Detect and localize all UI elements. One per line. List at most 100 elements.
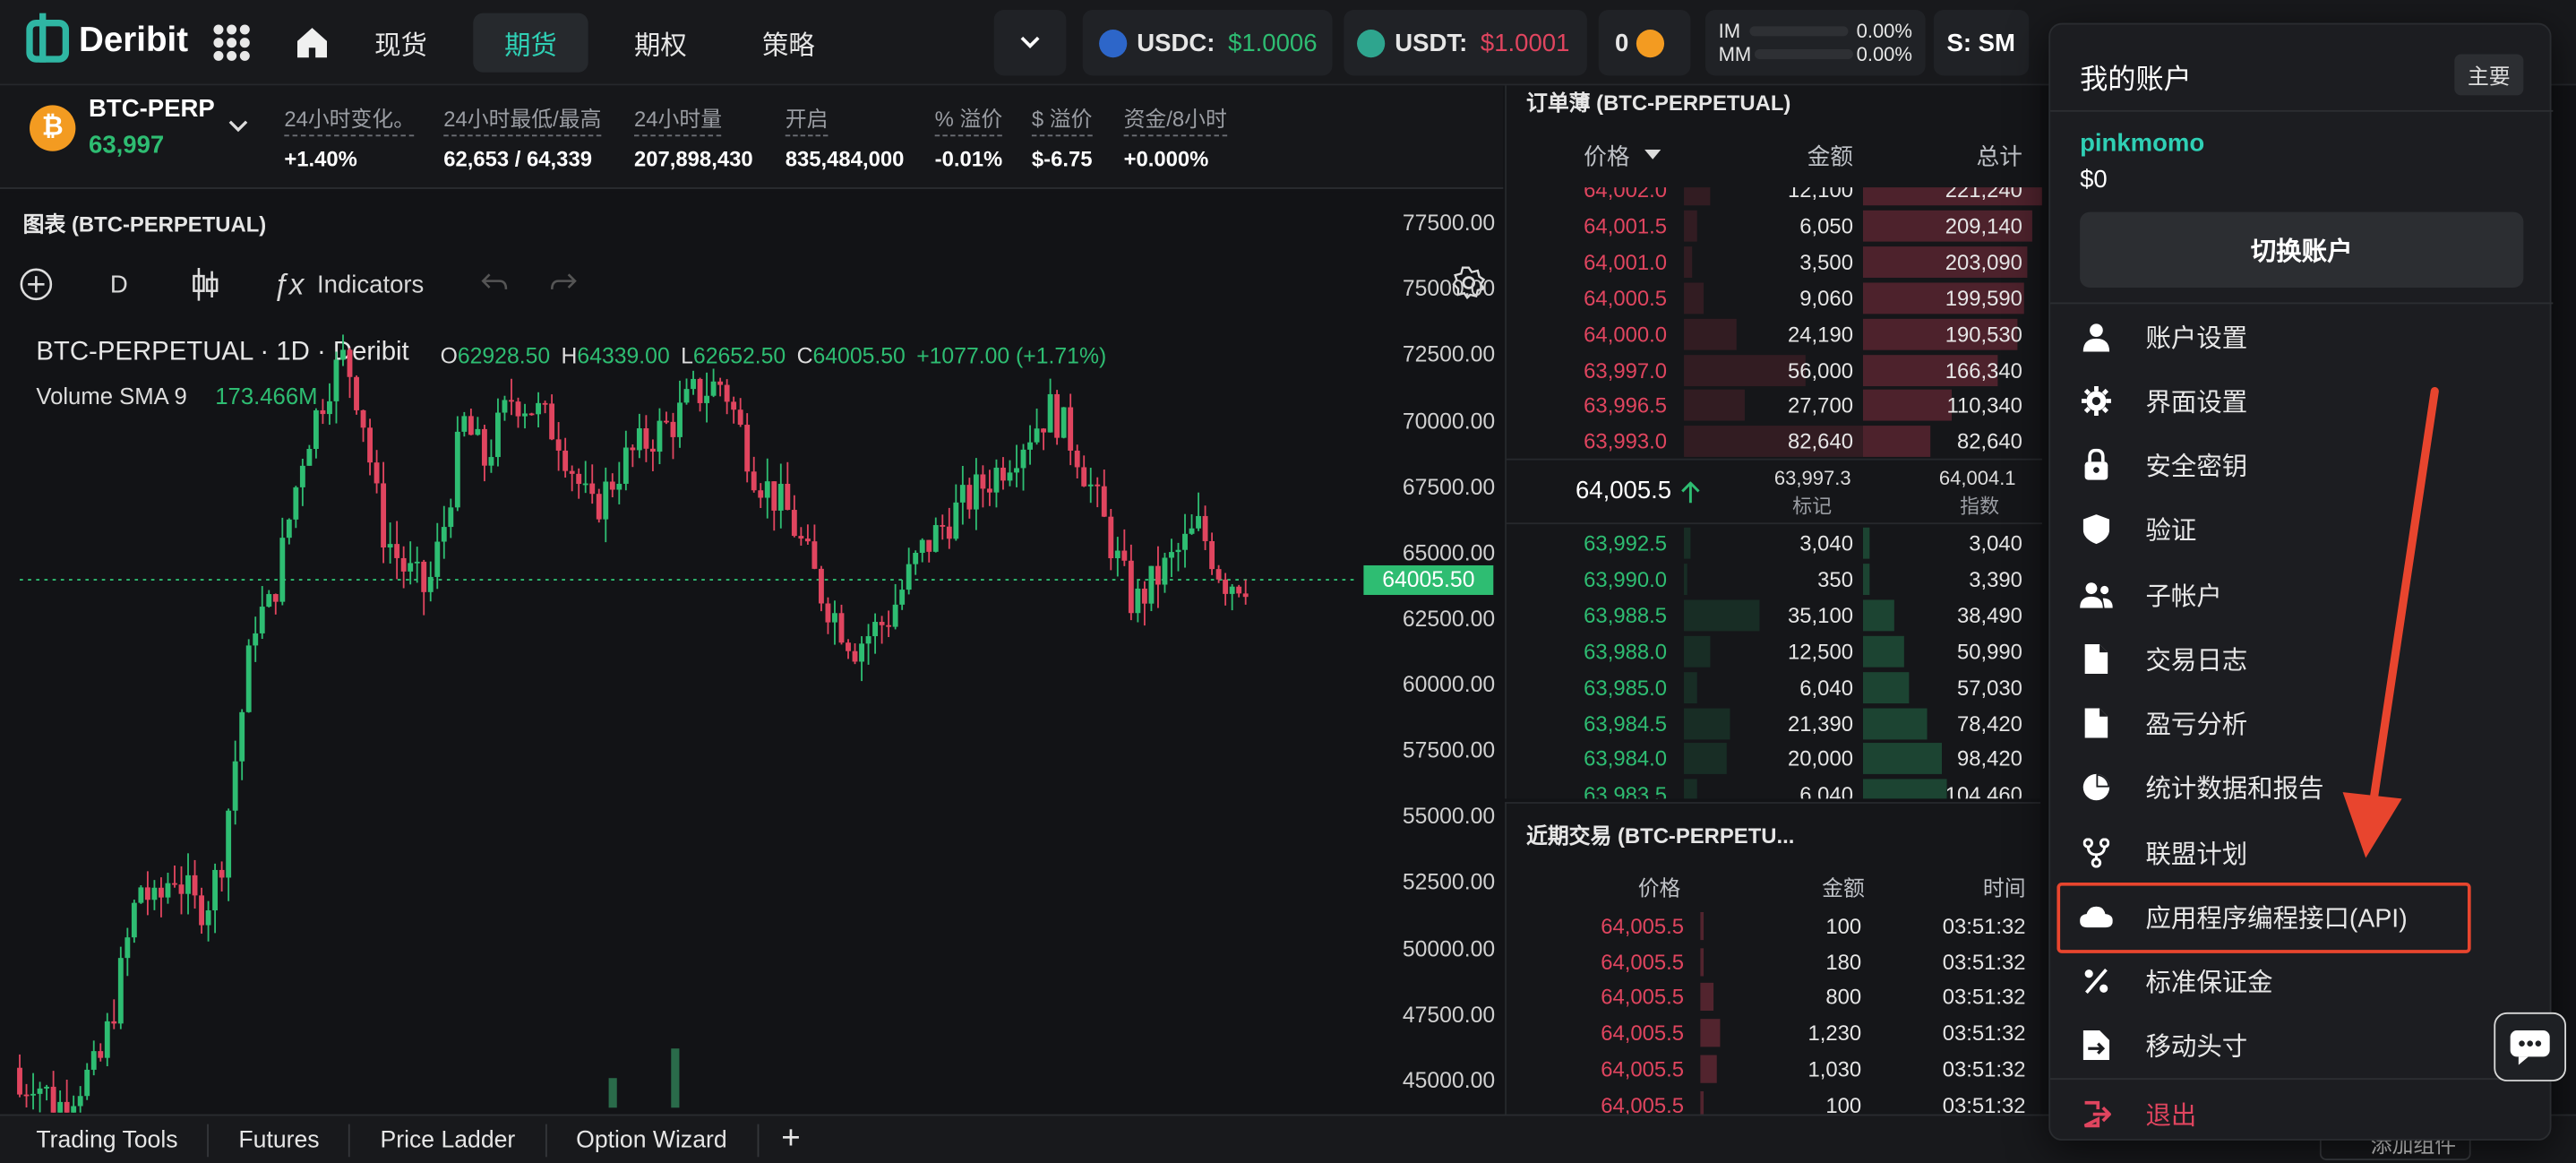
y-tick-label: 60000.00 [1402, 672, 1496, 697]
candle-body [71, 1106, 77, 1113]
instrument-chevron-icon[interactable] [227, 118, 250, 134]
home-icon[interactable] [292, 23, 331, 63]
menu-item-document-6[interactable]: 盈亏分析 [2050, 691, 2553, 755]
menu-item-document-5[interactable]: 交易日志 [2050, 626, 2553, 691]
menu-item-user-0[interactable]: 账户设置 [2050, 304, 2553, 368]
menu-item-lock-2[interactable]: 安全密钥 [2050, 433, 2553, 497]
stat-label: 24小时最低/最高 [443, 102, 602, 137]
ask-row[interactable]: 64,000.5 9,060 199,590 [1507, 280, 2042, 316]
menu-item-percent-10[interactable]: 标准保证金 [2050, 949, 2553, 1013]
candle-body [394, 544, 400, 558]
bid-row[interactable]: 63,984.5 21,390 78,420 [1507, 706, 2042, 742]
ask-row[interactable]: 64,002.0 12,100 221,240 [1507, 187, 2042, 208]
candle-body [1041, 428, 1047, 433]
expand-dropdown-button[interactable] [993, 10, 1067, 76]
trade-row: 64,005.5 1,230 03:51:32 [1507, 1016, 2042, 1052]
logout-item[interactable]: 退出 [2050, 1081, 2553, 1146]
stat-label: 资金/8小时 [1123, 102, 1227, 137]
candle-body [1242, 593, 1249, 598]
bid-row[interactable]: 63,988.0 12,500 50,990 [1507, 633, 2042, 669]
apps-grid-icon[interactable] [213, 24, 250, 61]
ask-row[interactable]: 64,001.0 3,500 203,090 [1507, 245, 2042, 280]
candle-body [569, 470, 575, 474]
tab-price-ladder[interactable]: Price Ladder [350, 1123, 547, 1157]
price-chart[interactable] [0, 193, 1503, 1113]
margin-mode-pill[interactable]: S: SM [1933, 10, 2030, 76]
candle-body [555, 439, 562, 451]
menu-item-api[interactable]: 应用程序编程接口(API) [2050, 884, 2553, 949]
ob-amount: 6,040 [1799, 675, 1853, 700]
depth-bar [1862, 743, 1943, 775]
bids-list: 63,992.5 3,040 3,040 63,990.0 350 3,390 63,988… [1507, 526, 2042, 799]
ask-row[interactable]: 63,993.0 82,640 82,640 [1507, 425, 2042, 459]
candle-body [327, 401, 332, 415]
y-tick-label: 52500.00 [1402, 870, 1496, 895]
candle-body [798, 536, 804, 539]
bid-row[interactable]: 63,985.0 6,040 57,030 [1507, 670, 2042, 706]
nav-spot[interactable]: 现货 [352, 13, 451, 73]
ask-row[interactable]: 64,000.0 24,190 190,530 [1507, 316, 2042, 352]
usdc-price-pill[interactable]: USDC: $1.0006 [1082, 10, 1333, 76]
amount-bar [1684, 599, 1760, 631]
margin-indicator[interactable]: IM 0.00% MM 0.00% [1704, 10, 1926, 76]
tab-futures[interactable]: Futures [209, 1123, 351, 1157]
tab-trading-tools[interactable]: Trading Tools [0, 1123, 210, 1157]
ask-row[interactable]: 63,997.0 56,000 166,340 [1507, 352, 2042, 388]
chat-support-button[interactable] [2494, 1012, 2567, 1081]
ob-total: 110,340 [1946, 393, 2022, 418]
candle-body [710, 381, 717, 396]
btc-balance-pill[interactable]: 0 [1598, 10, 1691, 76]
stat-24h-volume: 24小时量 207,898,430 [634, 102, 753, 171]
shield-icon [2080, 513, 2113, 547]
menu-item-transfer-11[interactable]: 移动头寸 [2050, 1013, 2553, 1078]
price-axis: 77500.00 75000.00 72500.00 70000.00 67500.00… [1347, 193, 1495, 1113]
candle-body [144, 887, 150, 900]
gear-icon [2080, 384, 2113, 418]
menu-item-shield-3[interactable]: 验证 [2050, 497, 2553, 562]
trade-price: 64,005.5 [1601, 1056, 1685, 1081]
nav-options[interactable]: 期权 [611, 13, 709, 73]
mid-price: 64,005.5 [1575, 476, 1672, 505]
user-icon [2080, 320, 2113, 353]
col-price-label[interactable]: 价格 [1584, 140, 1629, 173]
ask-row[interactable]: 63,996.5 27,700 110,340 [1507, 389, 2042, 425]
usdt-price-pill[interactable]: USDT: $1.0001 [1344, 10, 1587, 76]
tab-option-wizard[interactable]: Option Wizard [546, 1123, 759, 1157]
candle-body [125, 937, 131, 959]
nav-futures[interactable]: 期货 [473, 13, 588, 73]
deribit-logo[interactable]: Deribit [26, 13, 188, 63]
add-tab-plus-icon[interactable]: + [759, 1121, 824, 1159]
trade-size-bar [1700, 1090, 1704, 1116]
volume-bar [608, 1078, 617, 1108]
bid-row[interactable]: 63,983.5 6,040 104,460 [1507, 778, 2042, 799]
candle-body [502, 400, 508, 413]
candle-body [1148, 565, 1155, 604]
sort-down-icon[interactable] [1644, 149, 1662, 159]
y-tick-label: 50000.00 [1402, 935, 1496, 961]
candle-body [427, 576, 434, 592]
bid-row[interactable]: 63,990.0 350 3,390 [1507, 562, 2042, 598]
deribit-logo-icon [26, 13, 70, 63]
candle-body [959, 485, 966, 503]
instrument-name[interactable]: BTC-PERP [89, 95, 215, 123]
bid-row[interactable]: 63,992.5 3,040 3,040 [1507, 526, 2042, 562]
candle-body [259, 607, 265, 633]
menu-item-pie-chart-7[interactable]: 统计数据和报告 [2050, 755, 2553, 820]
menu-item-affiliate-8[interactable]: 联盟计划 [2050, 820, 2553, 884]
candle-body [266, 594, 272, 607]
candle-body [299, 465, 305, 487]
ob-price: 64,001.0 [1584, 249, 1667, 274]
candle-body [37, 1088, 43, 1094]
bid-row[interactable]: 63,988.5 35,100 38,490 [1507, 598, 2042, 633]
menu-item-gear-1[interactable]: 界面设置 [2050, 368, 2553, 433]
switch-account-button[interactable]: 切换账户 [2080, 211, 2524, 288]
spread-row: 64,005.5 63,997.3 标记 64,004.1 指数 [1506, 458, 2042, 525]
nav-strategy[interactable]: 策略 [739, 13, 837, 73]
candle-body [1081, 467, 1087, 487]
annotation-arrow-icon [2342, 386, 2439, 858]
menu-item-users-4[interactable]: 子帐户 [2050, 562, 2553, 626]
ask-row[interactable]: 64,001.5 6,050 209,140 [1507, 209, 2042, 245]
bid-row[interactable]: 63,984.0 20,000 98,420 [1507, 742, 2042, 778]
amount-bar [1684, 671, 1697, 703]
ob-amount: 12,100 [1788, 187, 1853, 202]
